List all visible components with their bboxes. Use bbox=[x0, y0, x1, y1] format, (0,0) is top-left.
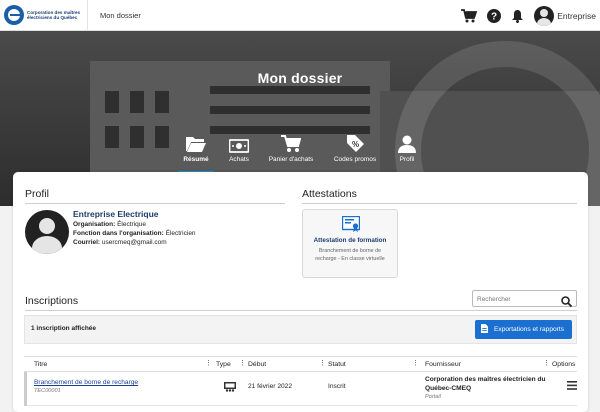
divider bbox=[25, 310, 577, 311]
row-indicator bbox=[24, 372, 27, 406]
export-label: Exportations et rapports bbox=[494, 326, 565, 333]
classroom-icon bbox=[224, 382, 236, 394]
building-window bbox=[210, 86, 370, 94]
attestation-subtitle-line2: recharge - En classe virtuelle bbox=[315, 256, 385, 262]
breadcrumb[interactable]: Mon dossier bbox=[100, 11, 141, 20]
results-bar: 1 inscription affichée Exportations et r… bbox=[24, 315, 577, 344]
col-type[interactable]: Type bbox=[216, 361, 231, 368]
courriel-value: usercmeq@gmail.com bbox=[101, 239, 167, 246]
export-button[interactable]: Exportations et rapports bbox=[475, 320, 572, 339]
search-icon[interactable] bbox=[561, 294, 573, 312]
tab-achats[interactable]: Achats bbox=[224, 131, 254, 163]
col-statut[interactable]: Statut bbox=[328, 361, 346, 368]
col-titre[interactable]: Titre bbox=[34, 361, 47, 368]
bell-icon[interactable] bbox=[511, 9, 524, 23]
top-icons: ? Entreprise bbox=[461, 0, 600, 31]
row-provider-sub: Portail bbox=[425, 394, 441, 400]
user-name[interactable]: Entreprise bbox=[557, 11, 596, 21]
document-icon bbox=[481, 324, 488, 335]
tab-label: Achats bbox=[229, 156, 249, 163]
tab-panier[interactable]: Panier d'achats bbox=[264, 131, 318, 163]
cart-icon[interactable] bbox=[461, 8, 478, 23]
column-menu-icon[interactable]: ⋮ bbox=[412, 359, 419, 367]
attestation-card[interactable]: Attestation de formation Branchement de … bbox=[302, 209, 398, 278]
certificate-icon bbox=[341, 215, 361, 238]
user-icon bbox=[393, 131, 421, 153]
tag-percent-icon: % bbox=[330, 131, 380, 153]
tab-label: Panier d'achats bbox=[268, 156, 314, 163]
row-title-link[interactable]: Branchement de borne de recharge bbox=[34, 379, 138, 386]
fonction-label: Fonction dans l'organisation: bbox=[73, 230, 164, 237]
col-fournisseur[interactable]: Fournisseur bbox=[425, 361, 461, 368]
column-menu-icon[interactable]: ⋮ bbox=[319, 359, 326, 367]
tab-resume[interactable]: Résumé bbox=[178, 131, 214, 163]
attestations-heading: Attestations bbox=[302, 188, 357, 200]
folder-open-icon bbox=[178, 131, 214, 153]
column-menu-icon[interactable]: ⋮ bbox=[239, 359, 246, 367]
inscriptions-heading: Inscriptions bbox=[25, 295, 79, 307]
provider-line1: Corporation des maîtres électricien du bbox=[425, 376, 546, 383]
top-bar: Corporation des maîtres électriciens du … bbox=[0, 0, 600, 31]
row-provider: Corporation des maîtres électricien du Q… bbox=[425, 375, 546, 393]
menu-icon[interactable] bbox=[567, 381, 577, 392]
courriel-label: Courriel: bbox=[73, 239, 101, 246]
attestation-title: Attestation de formation bbox=[313, 237, 387, 244]
profile-name: Entreprise Electrique bbox=[73, 209, 159, 219]
row-start-date: 21 février 2022 bbox=[248, 383, 292, 390]
divider bbox=[25, 203, 285, 204]
cmeq-logo[interactable]: Corporation des maîtres électriciens du … bbox=[0, 0, 88, 31]
search-field[interactable] bbox=[472, 290, 577, 308]
svg-text:%: % bbox=[352, 140, 359, 149]
row-code: TEC00001 bbox=[34, 388, 61, 394]
building-window bbox=[210, 106, 370, 114]
profile-organisation: Organisation: Électrique bbox=[73, 221, 146, 228]
tab-codes-promos[interactable]: % Codes promos bbox=[330, 131, 380, 163]
organisation-label: Organisation: bbox=[73, 221, 116, 228]
svg-text:?: ? bbox=[491, 11, 497, 22]
money-icon bbox=[224, 131, 254, 153]
profile-courriel: Courriel: usercmeq@gmail.com bbox=[73, 239, 167, 246]
divider bbox=[302, 203, 577, 204]
help-icon[interactable]: ? bbox=[487, 8, 502, 23]
profile-avatar bbox=[25, 210, 69, 254]
provider-line2: Québec-CMEQ bbox=[425, 385, 472, 392]
tab-profil[interactable]: Profil bbox=[393, 131, 421, 163]
building-window bbox=[130, 91, 144, 113]
organisation-value: Électrique bbox=[117, 221, 146, 228]
attestation-subtitle-line1: Branchement de borne de bbox=[318, 248, 382, 254]
column-menu-icon[interactable]: ⋮ bbox=[205, 359, 212, 367]
col-options: Options bbox=[552, 361, 576, 368]
tab-label: Profil bbox=[399, 156, 415, 163]
row-status: Inscrit bbox=[328, 383, 346, 390]
dossier-card: Profil Attestations Entreprise Electriqu… bbox=[13, 172, 588, 412]
profil-heading: Profil bbox=[25, 188, 49, 200]
attestation-subtitle: Branchement de borne de recharge - En cl… bbox=[303, 247, 397, 263]
table-row[interactable]: Branchement de borne de recharge TEC0000… bbox=[24, 372, 577, 406]
logo-mark bbox=[4, 5, 24, 25]
logo-text: Corporation des maîtres électriciens du … bbox=[27, 10, 81, 20]
column-menu-icon[interactable]: ⋮ bbox=[543, 359, 550, 367]
building-window bbox=[105, 91, 119, 113]
tab-label: Codes promos bbox=[333, 156, 377, 163]
results-count: 1 inscription affichée bbox=[31, 325, 97, 332]
tab-label: Résumé bbox=[183, 156, 209, 163]
search-input[interactable] bbox=[477, 293, 557, 305]
page-title: Mon dossier bbox=[257, 70, 343, 86]
fonction-value: Électricien bbox=[165, 230, 196, 237]
cart-icon bbox=[264, 131, 318, 153]
avatar[interactable] bbox=[534, 5, 555, 26]
table-header: Titre ⋮ Type ⋮ Début ⋮ Statut ⋮ Fourniss… bbox=[24, 356, 577, 372]
building-window bbox=[155, 91, 169, 113]
col-debut[interactable]: Début bbox=[248, 361, 266, 368]
profile-fonction: Fonction dans l'organisation: Électricie… bbox=[73, 230, 196, 237]
